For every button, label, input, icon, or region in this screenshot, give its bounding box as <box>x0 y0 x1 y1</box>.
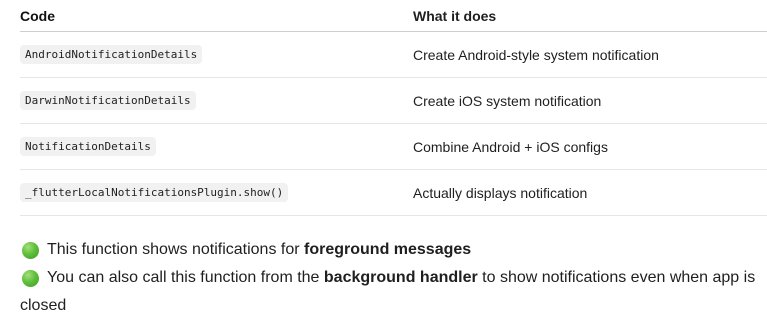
code-cell: _flutterLocalNotificationsPlugin.show() <box>20 183 289 202</box>
table-row: _flutterLocalNotificationsPlugin.show() … <box>20 170 767 216</box>
description-cell: Create iOS system notification <box>413 92 602 109</box>
bullet-item: This function shows notifications for fo… <box>20 236 760 264</box>
bullet-bold-text: background handler <box>323 269 478 286</box>
bullet-text: You can also call this function from the <box>47 269 324 286</box>
bullet-item: You can also call this function from the… <box>20 264 760 320</box>
green-circle-icon <box>22 242 39 259</box>
table-row: AndroidNotificationDetails Create Androi… <box>20 32 767 78</box>
code-cell: DarwinNotificationDetails <box>20 91 196 110</box>
header-code: Code <box>20 7 55 24</box>
description-cell: Combine Android + iOS configs <box>413 138 608 155</box>
green-circle-icon <box>22 270 39 287</box>
code-cell: AndroidNotificationDetails <box>20 45 203 64</box>
table-header-row: Code What it does <box>20 0 767 32</box>
bullet-continuation-text: closed <box>20 297 67 314</box>
description-cell: Actually displays notification <box>413 184 588 201</box>
bullet-text: This function shows notifications for <box>47 241 305 258</box>
bullet-list: This function shows notifications for fo… <box>20 236 760 320</box>
table-row: DarwinNotificationDetails Create iOS sys… <box>20 78 767 124</box>
bullet-bold-text: foreground messages <box>304 241 472 258</box>
bullet-text: to show notifications even when app is <box>477 269 756 286</box>
code-table: Code What it does AndroidNotificationDet… <box>20 0 767 216</box>
header-description: What it does <box>413 7 497 24</box>
code-cell: NotificationDetails <box>20 137 156 156</box>
description-cell: Create Android-style system notification <box>413 46 659 63</box>
table-row: NotificationDetails Combine Android + iO… <box>20 124 767 170</box>
